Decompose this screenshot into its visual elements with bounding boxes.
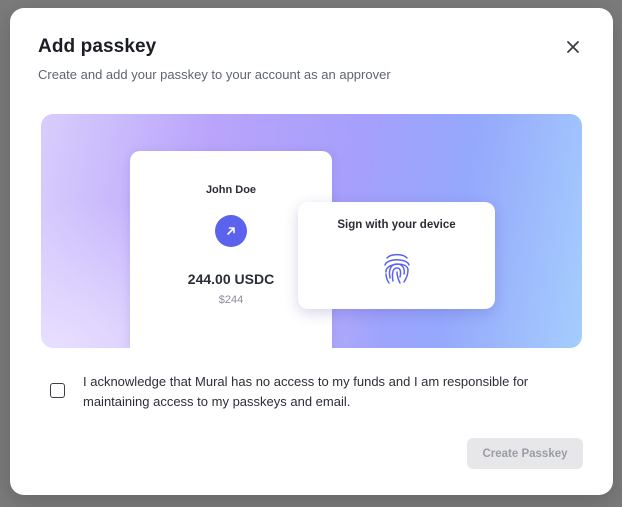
account-name: John Doe: [205, 184, 257, 196]
dialog-title: Add passkey: [38, 36, 157, 57]
sign-device-card: Sign with your device: [298, 202, 495, 309]
close-button[interactable]: [562, 36, 584, 58]
create-passkey-button[interactable]: Create Passkey: [467, 438, 583, 469]
add-passkey-dialog: Add passkey Create and add your passkey …: [10, 8, 613, 495]
passkey-illustration: John Doe 244.00 USDC $244 Sign with your…: [41, 114, 582, 348]
close-icon: [567, 41, 579, 53]
arrow-up-right-icon: [215, 215, 247, 247]
acknowledge-checkbox[interactable]: [50, 383, 65, 398]
dialog-subtitle: Create and add your passkey to your acco…: [38, 67, 391, 82]
acknowledgement-text: I acknowledge that Mural has no access t…: [83, 374, 529, 409]
fingerprint-icon: [384, 253, 410, 284]
sign-device-label: Sign with your device: [337, 219, 456, 231]
